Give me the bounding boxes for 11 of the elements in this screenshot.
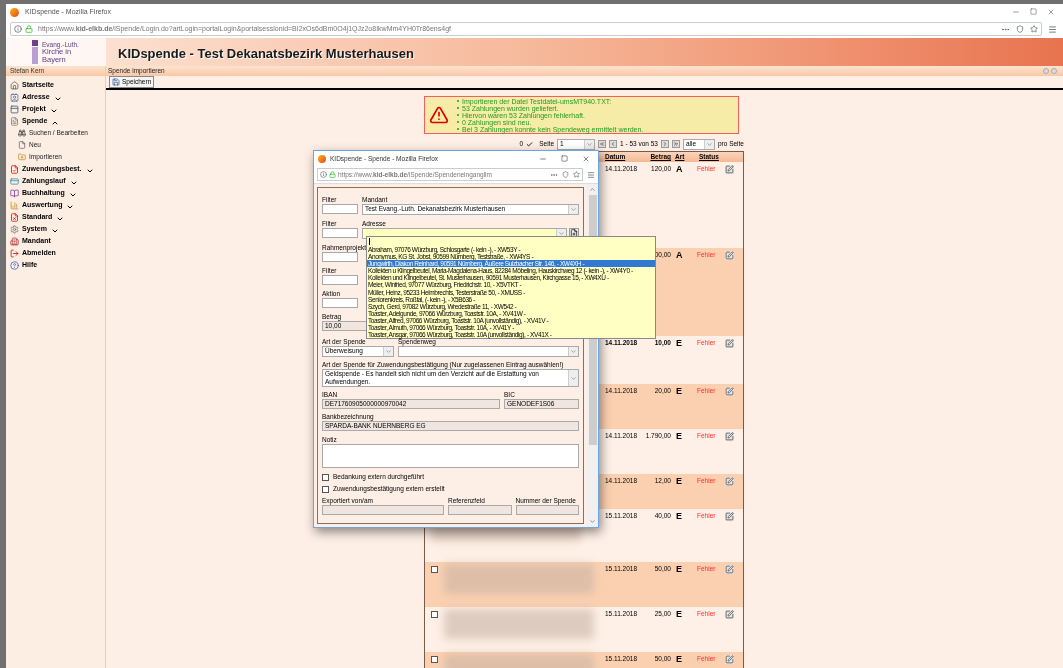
type-cell-text: A (675, 249, 684, 262)
page-title: KIDspende - Test Dekanatsbezirk Musterhausen (118, 45, 414, 63)
type-cell-text: E (675, 430, 683, 443)
type-cell-text: E (675, 337, 683, 350)
type-cell-text: E (675, 385, 683, 398)
type-cell-text: E (675, 510, 683, 523)
type-cell-text: A (675, 163, 684, 176)
type-cell-text: E (675, 563, 683, 576)
type-cell-text: E (675, 475, 683, 488)
type-cell-text: E (675, 608, 683, 621)
type-cell-text: E (675, 653, 683, 666)
